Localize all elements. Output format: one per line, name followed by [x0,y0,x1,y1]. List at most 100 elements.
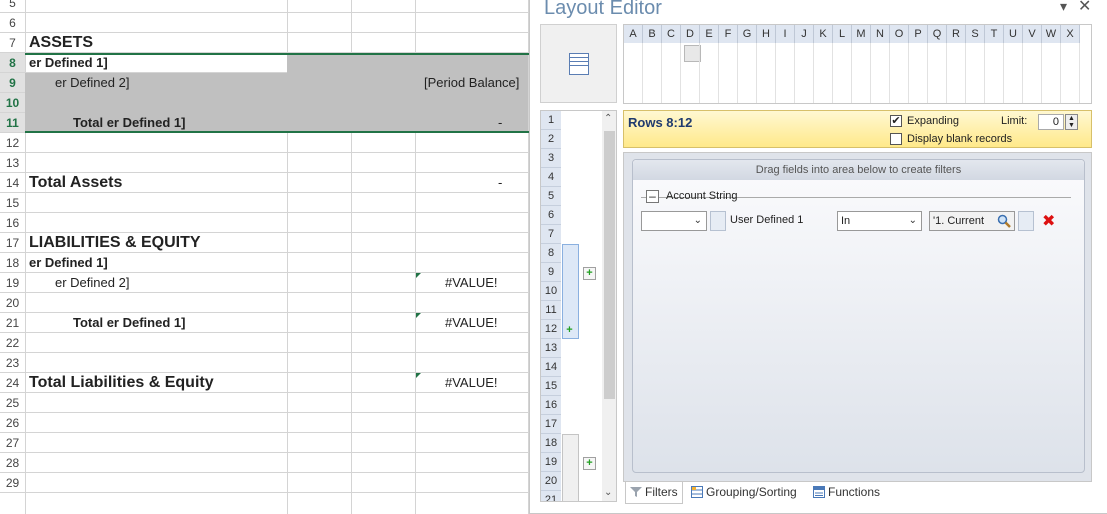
row-number[interactable]: 5 [0,0,25,12]
search-icon[interactable] [997,214,1011,228]
row-number[interactable]: 1 [541,111,561,130]
column-letter[interactable]: Q [928,25,947,43]
row-number[interactable]: 17 [541,415,561,434]
row-number[interactable]: 14 [0,173,25,192]
row-number[interactable]: 8 [0,53,25,72]
scroll-up-icon[interactable]: ⌃ [604,113,612,124]
row-number[interactable]: 29 [0,473,25,492]
row-number[interactable]: 16 [541,396,561,415]
row-number[interactable]: 15 [541,377,561,396]
row-number[interactable]: 12 [0,133,25,152]
row-scrollbar[interactable]: ⌃ ⌄ [602,111,616,501]
filter-value-input[interactable]: '1. Current [929,211,1015,231]
filter-drop-zone[interactable]: Drag fields into area below to create fi… [632,159,1085,473]
column-letter[interactable]: J [795,25,814,43]
close-icon[interactable]: ✕ [1078,0,1091,16]
column-letter[interactable]: S [966,25,985,43]
row-number[interactable]: 2 [541,130,561,149]
logic-dropdown[interactable]: ⌄ [641,211,707,231]
display-blank-checkbox[interactable] [890,133,902,145]
delete-icon[interactable]: ✖ [1042,211,1055,231]
column-letter[interactable]: D [681,25,700,43]
add-row-icon[interactable]: + [563,325,576,338]
row-number[interactable]: 14 [541,358,561,377]
row-number[interactable]: 18 [0,253,25,272]
column-letter[interactable]: N [871,25,890,43]
row-number[interactable]: 5 [541,187,561,206]
row-number[interactable]: 7 [0,33,25,52]
column-letter[interactable]: M [852,25,871,43]
column-letter[interactable]: K [814,25,833,43]
row-number[interactable]: 17 [0,233,25,252]
add-row-icon[interactable]: + [583,267,596,280]
column-letter[interactable]: H [757,25,776,43]
row-number[interactable]: 26 [0,413,25,432]
row-number[interactable]: 27 [0,433,25,452]
cell-b[interactable]: er Defined 2] [55,273,129,292]
row-number[interactable]: 3 [541,149,561,168]
row-number[interactable]: 12 [541,320,561,339]
row-number[interactable]: 15 [0,193,25,212]
row-number[interactable]: 19 [541,453,561,472]
cell-e[interactable]: #VALUE! [445,273,498,292]
row-number[interactable]: 23 [0,353,25,372]
column-letter[interactable]: W [1042,25,1061,43]
column-letter[interactable]: L [833,25,852,43]
operator-dropdown[interactable]: In ⌄ [837,211,922,231]
column-letter[interactable]: V [1023,25,1042,43]
column-letter[interactable]: R [947,25,966,43]
row-number[interactable]: 28 [0,453,25,472]
column-letter[interactable]: E [700,25,719,43]
limit-spinner[interactable]: ▲ ▼ [1065,114,1078,130]
row-grid[interactable]: 1 2 3 4 5 6 7 8 9 10 11 12 13 14 15 16 17 18 19 20 21 + + + … [540,110,617,502]
column-letter[interactable]: P [909,25,928,43]
row-number[interactable]: 9 [541,263,561,282]
row-number[interactable]: 16 [0,213,25,232]
cell-a[interactable]: er Defined 1] [29,253,108,272]
column-grid[interactable]: ABCDEFGHIJKLMNOPQRSTUVWX [623,24,1092,104]
value-bracket-button[interactable] [1018,211,1034,231]
row-number[interactable]: 6 [0,13,25,32]
row-number[interactable]: 8 [541,244,561,263]
column-letter[interactable]: F [719,25,738,43]
row-number[interactable]: 19 [0,273,25,292]
row-number[interactable]: 21 [0,313,25,332]
row-number[interactable]: 6 [541,206,561,225]
row-number[interactable]: 25 [0,393,25,412]
collapse-icon[interactable]: – [646,190,659,203]
cell-b[interactable]: Total er Defined 1] [73,313,185,332]
row-number[interactable]: 10 [541,282,561,301]
tab-functions[interactable]: Functions [813,482,880,504]
field-bracket-button[interactable] [710,211,726,231]
dropdown-arrow-icon[interactable]: ▾ [1060,0,1067,15]
row-number[interactable]: 11 [541,301,561,320]
layout-button[interactable] [540,24,617,103]
row-number[interactable]: 20 [541,472,561,491]
row-number[interactable]: 10 [0,93,25,112]
cell-a[interactable]: LIABILITIES & EQUITY [29,233,201,252]
row-number[interactable]: 13 [541,339,561,358]
column-letter[interactable]: U [1004,25,1023,43]
row-number[interactable]: 21 [541,491,561,501]
column-letter[interactable]: X [1061,25,1080,43]
tab-grouping-sorting[interactable]: Grouping/Sorting [691,482,797,504]
column-letter[interactable]: T [985,25,1004,43]
column-letter[interactable]: A [624,25,643,43]
row-number[interactable]: 18 [541,434,561,453]
row-number[interactable]: 4 [541,168,561,187]
cell-a[interactable]: Total Assets [29,173,122,192]
cell-a[interactable]: ASSETS [29,33,93,52]
row-number[interactable]: 24 [0,373,25,392]
scroll-down-icon[interactable]: ⌄ [604,487,612,498]
expanding-checkbox[interactable]: ✔ [890,115,902,127]
tab-filters[interactable]: Filters [625,482,683,504]
row-number[interactable]: 22 [0,333,25,352]
column-letter[interactable]: B [643,25,662,43]
cell-e[interactable]: - [498,173,502,192]
column-letter[interactable]: I [776,25,795,43]
row-number[interactable]: 9 [0,73,25,92]
cell-e[interactable]: #VALUE! [445,313,498,332]
row-number[interactable]: 11 [0,113,25,132]
limit-input[interactable]: 0 [1038,114,1064,130]
scroll-thumb[interactable] [604,131,615,399]
